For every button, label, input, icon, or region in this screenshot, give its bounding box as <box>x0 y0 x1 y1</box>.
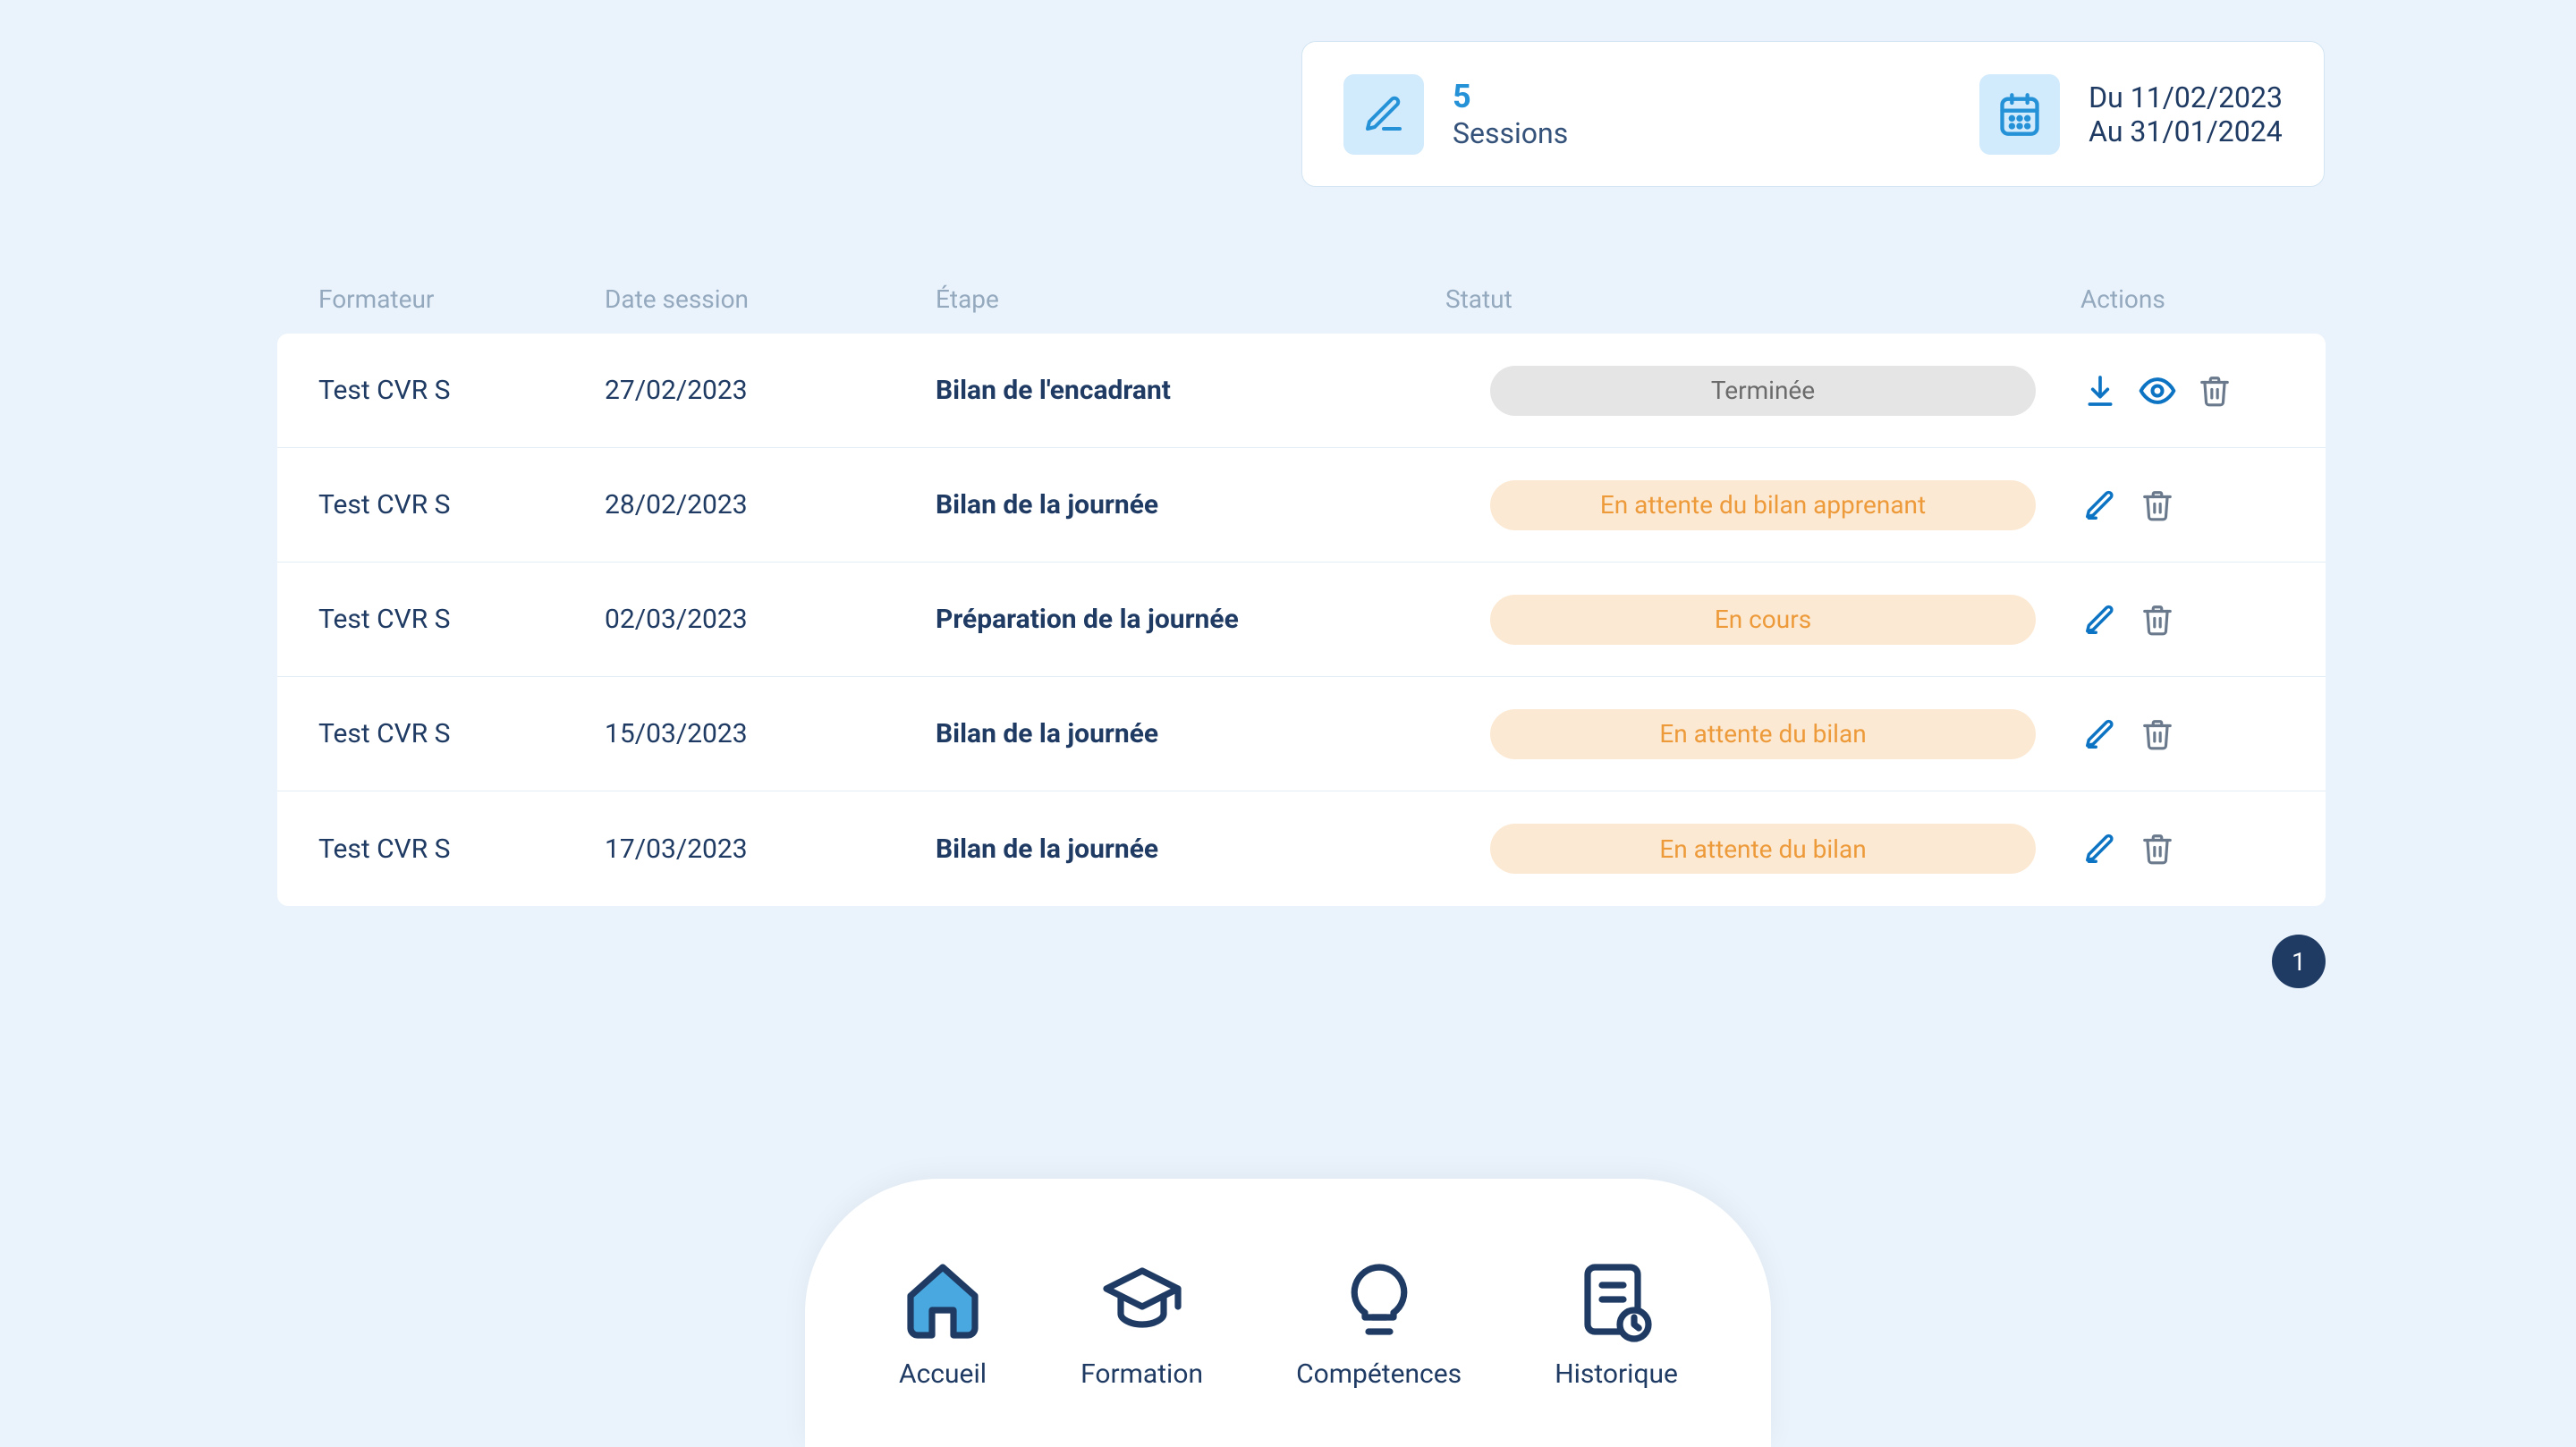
sessions-label: Sessions <box>1453 116 1568 150</box>
cell-actions <box>2080 371 2241 410</box>
date-from: Du 11/02/2023 <box>2089 80 2283 114</box>
header-actions: Actions <box>2080 284 2241 314</box>
edit-button[interactable] <box>2080 486 2120 525</box>
trash-icon <box>2140 717 2174 751</box>
cell-actions <box>2080 829 2241 868</box>
cell-date: 28/02/2023 <box>605 489 936 520</box>
delete-button[interactable] <box>2138 600 2177 639</box>
header-date: Date session <box>605 284 936 314</box>
calendar-icon-tile <box>1979 74 2060 155</box>
table-row: Test CVR S02/03/2023Préparation de la jo… <box>277 563 2326 677</box>
pencil-icon <box>2083 488 2117 522</box>
cell-formateur: Test CVR S <box>318 375 605 406</box>
nav-competences-label: Compétences <box>1296 1358 1462 1390</box>
nav-historique[interactable]: Historique <box>1555 1255 1678 1390</box>
sessions-count: 5 <box>1453 78 1568 116</box>
table-row: Test CVR S27/02/2023Bilan de l'encadrant… <box>277 334 2326 448</box>
sessions-table: Formateur Date session Étape Statut Acti… <box>277 284 2326 906</box>
table-row: Test CVR S15/03/2023Bilan de la journée E… <box>277 677 2326 791</box>
eye-icon <box>2138 371 2177 410</box>
bottom-nav: Accueil Formation Compétences Historique <box>805 1179 1771 1447</box>
pencil-icon <box>1362 93 1405 136</box>
download-icon <box>2082 373 2118 409</box>
cell-etape: Préparation de la journée <box>936 604 1445 635</box>
cell-statut: En attente du bilan <box>1445 709 2080 759</box>
table-row: Test CVR S28/02/2023Bilan de la journée E… <box>277 448 2326 563</box>
cell-formateur: Test CVR S <box>318 604 605 635</box>
cell-actions <box>2080 600 2241 639</box>
cell-date: 02/03/2023 <box>605 604 936 635</box>
cell-statut: En cours <box>1445 595 2080 645</box>
pagination-page-1[interactable]: 1 <box>2272 935 2326 988</box>
header-etape: Étape <box>936 284 1445 314</box>
view-button[interactable] <box>2138 371 2177 410</box>
pencil-icon <box>2083 717 2117 751</box>
home-icon <box>898 1255 987 1344</box>
cell-formateur: Test CVR S <box>318 834 605 865</box>
trash-icon <box>2198 374 2232 408</box>
cell-statut: Terminée <box>1445 366 2080 416</box>
edit-button[interactable] <box>2080 600 2120 639</box>
trash-icon <box>2140 488 2174 522</box>
delete-button[interactable] <box>2138 715 2177 754</box>
table-header-row: Formateur Date session Étape Statut Acti… <box>277 284 2326 334</box>
cell-date: 17/03/2023 <box>605 834 936 865</box>
cell-actions <box>2080 486 2241 525</box>
edit-button[interactable] <box>2080 715 2120 754</box>
nav-accueil[interactable]: Accueil <box>898 1255 987 1390</box>
cell-etape: Bilan de la journée <box>936 834 1445 865</box>
cell-statut: En attente du bilan apprenant <box>1445 480 2080 530</box>
table-row: Test CVR S17/03/2023Bilan de la journée E… <box>277 791 2326 906</box>
header-statut: Statut <box>1445 284 2080 314</box>
cell-date: 15/03/2023 <box>605 718 936 749</box>
cell-date: 27/02/2023 <box>605 375 936 406</box>
sessions-count-block: 5 Sessions <box>1343 74 1568 155</box>
edit-button[interactable] <box>2080 829 2120 868</box>
delete-button[interactable] <box>2138 829 2177 868</box>
trash-icon <box>2140 603 2174 637</box>
date-range-block: Du 11/02/2023 Au 31/01/2024 <box>1979 74 2283 155</box>
cell-statut: En attente du bilan <box>1445 824 2080 874</box>
document-clock-icon <box>1572 1255 1661 1344</box>
cell-etape: Bilan de la journée <box>936 489 1445 520</box>
header-formateur: Formateur <box>318 284 605 314</box>
lightbulb-icon <box>1335 1255 1424 1344</box>
calendar-icon <box>1996 91 2043 138</box>
date-to: Au 31/01/2024 <box>2089 114 2283 148</box>
delete-button[interactable] <box>2138 486 2177 525</box>
delete-button[interactable] <box>2195 371 2234 410</box>
download-button[interactable] <box>2080 371 2120 410</box>
cell-formateur: Test CVR S <box>318 489 605 520</box>
nav-accueil-label: Accueil <box>899 1358 987 1390</box>
nav-competences[interactable]: Compétences <box>1296 1255 1462 1390</box>
status-badge: En attente du bilan apprenant <box>1490 480 2036 530</box>
trash-icon <box>2140 832 2174 866</box>
status-badge: Terminée <box>1490 366 2036 416</box>
status-badge: En cours <box>1490 595 2036 645</box>
pencil-icon-tile <box>1343 74 1424 155</box>
pencil-icon <box>2083 832 2117 866</box>
pencil-icon <box>2083 603 2117 637</box>
summary-card: 5 Sessions Du 11/02/2023 Au 31/01/2024 <box>1301 41 2325 187</box>
status-badge: En attente du bilan <box>1490 824 2036 874</box>
cell-etape: Bilan de l'encadrant <box>936 375 1445 406</box>
nav-historique-label: Historique <box>1555 1358 1678 1390</box>
nav-formation[interactable]: Formation <box>1080 1255 1203 1390</box>
cell-formateur: Test CVR S <box>318 718 605 749</box>
graduation-cap-icon <box>1097 1255 1187 1344</box>
cell-etape: Bilan de la journée <box>936 718 1445 749</box>
status-badge: En attente du bilan <box>1490 709 2036 759</box>
nav-formation-label: Formation <box>1080 1358 1203 1390</box>
cell-actions <box>2080 715 2241 754</box>
